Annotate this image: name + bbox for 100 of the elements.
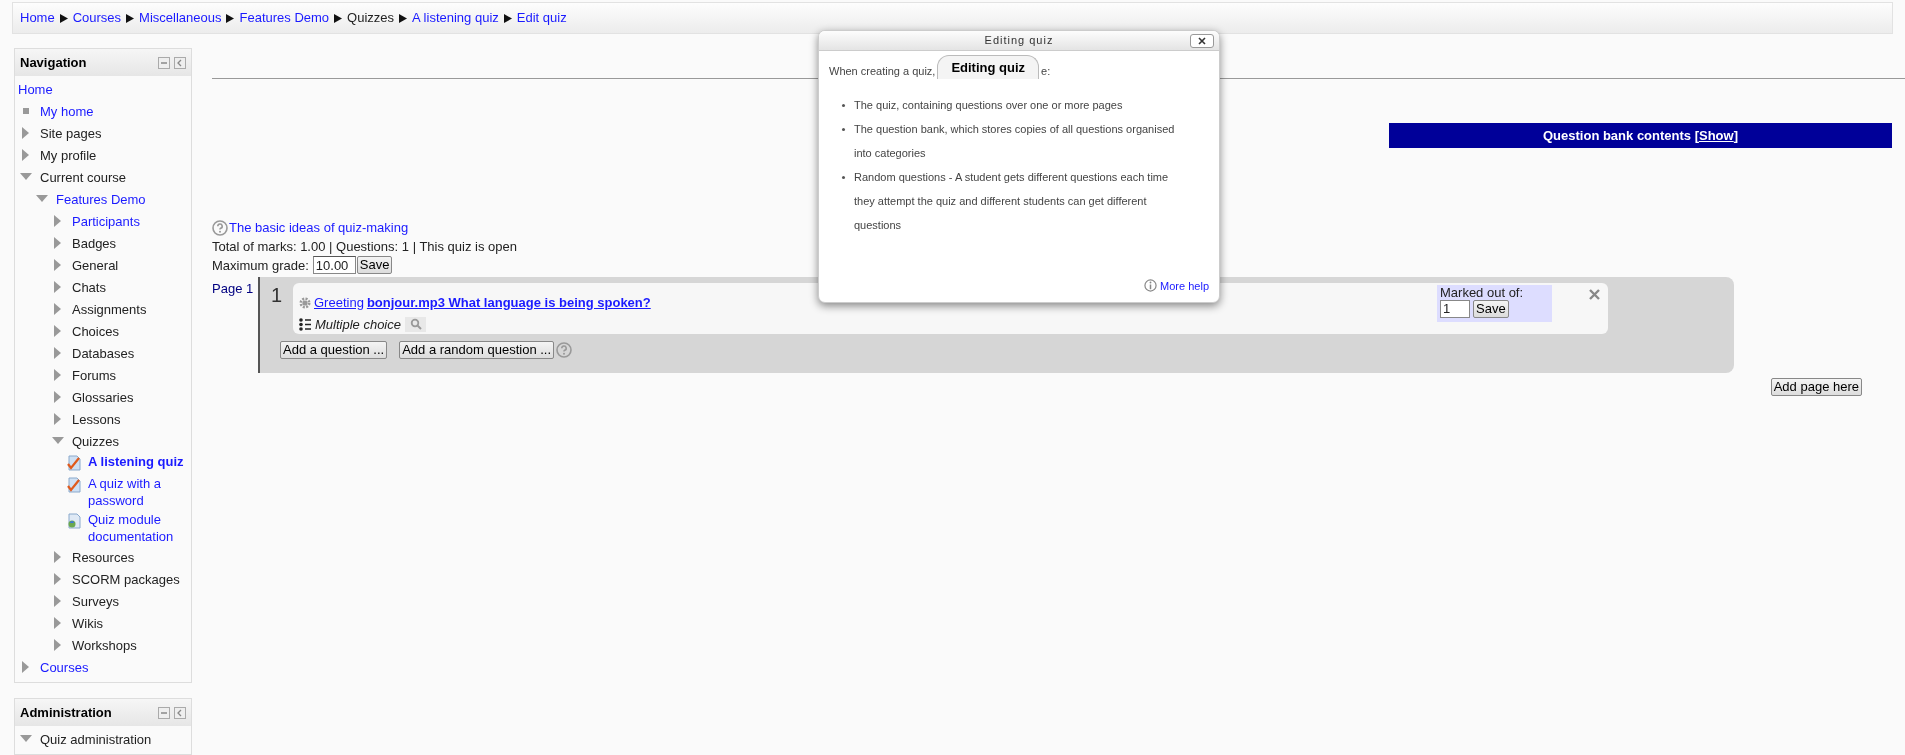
- breadcrumb-link[interactable]: Miscellaneous: [139, 8, 222, 28]
- collapsed-triangle-icon[interactable]: [54, 551, 62, 563]
- dock-icon[interactable]: [174, 56, 186, 69]
- nav-item[interactable]: My profile: [40, 145, 97, 165]
- save-button[interactable]: Save: [1473, 300, 1509, 318]
- add-question-button[interactable]: Add a question ...: [280, 341, 388, 359]
- nav-item[interactable]: Resources: [72, 547, 135, 567]
- nav-link[interactable]: My home: [40, 101, 94, 121]
- breadcrumb-link[interactable]: Edit quiz: [516, 8, 567, 28]
- breadcrumb-separator-icon: [59, 13, 68, 23]
- minimize-icon[interactable]: [158, 56, 170, 69]
- page-link[interactable]: Page 1: [212, 279, 258, 299]
- close-icon: [1198, 37, 1206, 45]
- collapsed-triangle-icon[interactable]: [54, 281, 62, 293]
- nav-item[interactable]: Lessons: [72, 409, 121, 429]
- breadcrumb-separator-icon: [503, 13, 512, 23]
- show-link[interactable]: Show: [1699, 127, 1734, 143]
- breadcrumb-separator-icon: [126, 13, 135, 23]
- collapsed-triangle-icon[interactable]: [54, 413, 62, 425]
- expanded-triangle-icon[interactable]: [20, 735, 32, 743]
- help-bullet-text: The question bank, which stores copies of all questions organised into categories: [854, 122, 1176, 161]
- nav-item[interactable]: General: [72, 255, 119, 275]
- list-icon: [299, 317, 311, 331]
- nav-item[interactable]: Site pages: [40, 123, 102, 143]
- block-title: Administration: [20, 703, 112, 722]
- save-button[interactable]: Save: [356, 256, 393, 275]
- max-grade-label: Maximum grade:: [212, 256, 309, 275]
- expanded-triangle-icon[interactable]: [36, 195, 48, 203]
- add-question-button[interactable]: Add a random question ...: [399, 341, 555, 359]
- close-button[interactable]: [1190, 34, 1214, 48]
- nav-item[interactable]: Chats: [72, 277, 106, 297]
- nav-item[interactable]: Forums: [72, 365, 117, 385]
- nav-item[interactable]: Current course: [40, 167, 126, 187]
- help-icon[interactable]: [212, 219, 228, 236]
- nav-item[interactable]: Choices: [72, 321, 119, 341]
- collapsed-triangle-icon[interactable]: [54, 369, 62, 381]
- expanded-triangle-icon[interactable]: [20, 173, 32, 181]
- tooltip-label: Editing quiz: [937, 55, 1040, 79]
- collapsed-triangle-icon[interactable]: [54, 347, 62, 359]
- nav-item[interactable]: SCORM packages: [72, 569, 180, 589]
- nav-item[interactable]: Quizzes: [72, 431, 119, 451]
- nav-item[interactable]: Badges: [72, 233, 117, 253]
- breadcrumb-link[interactable]: Courses: [72, 8, 122, 28]
- preview-icon[interactable]: [405, 316, 426, 332]
- collapsed-triangle-icon[interactable]: [22, 661, 30, 673]
- minimize-icon[interactable]: [158, 706, 170, 719]
- collapsed-triangle-icon[interactable]: [22, 149, 30, 161]
- breadcrumb-item: Quizzes: [347, 9, 395, 28]
- breadcrumb-link[interactable]: Features Demo: [239, 8, 330, 28]
- quiz-summary: Total of marks: 1.00 | Questions: 1 | This quiz is open: [212, 237, 517, 256]
- expanded-triangle-icon[interactable]: [52, 437, 64, 445]
- nav-link[interactable]: Courses: [40, 657, 89, 677]
- quiz-check-icon: [66, 477, 82, 493]
- collapsed-triangle-icon[interactable]: [54, 573, 62, 585]
- dock-icon[interactable]: [174, 706, 186, 719]
- nav-link[interactable]: Participants: [72, 211, 140, 231]
- collapsed-triangle-icon[interactable]: [54, 617, 62, 629]
- help-icon[interactable]: [556, 342, 573, 358]
- nav-link[interactable]: A quiz with a password: [88, 475, 188, 509]
- collapsed-triangle-icon[interactable]: [54, 237, 62, 249]
- breadcrumb-link[interactable]: A listening quiz: [412, 8, 499, 28]
- collapsed-triangle-icon[interactable]: [22, 127, 30, 139]
- document-globe-icon: [66, 513, 82, 529]
- dialog-intro: When creating a quiz,: [829, 64, 936, 79]
- collapsed-triangle-icon[interactable]: [54, 325, 62, 337]
- help-bullet-text: The quiz, containing questions over one or more pages: [854, 98, 1123, 113]
- nav-link[interactable]: Quiz module documentation: [88, 511, 188, 545]
- breadcrumb-separator-icon: [226, 13, 235, 23]
- collapsed-triangle-icon[interactable]: [54, 303, 62, 315]
- bullet-icon: [842, 104, 845, 107]
- help-link[interactable]: The basic ideas of quiz-making: [229, 218, 409, 238]
- nav-item[interactable]: Wikis: [72, 613, 104, 633]
- nav-item[interactable]: Glossaries: [72, 387, 134, 407]
- add-page-button[interactable]: Add page here: [1770, 378, 1862, 396]
- delete-icon[interactable]: [1589, 289, 1600, 300]
- nav-item[interactable]: Surveys: [72, 591, 119, 611]
- breadcrumb-link[interactable]: Home: [20, 8, 55, 28]
- question-number: 1: [269, 283, 284, 307]
- mark-field[interactable]: 1: [1440, 300, 1470, 318]
- help-bullet-text: Random questions - A student gets different questions each time they attempt the quiz and different students can get different questions: [854, 170, 1170, 233]
- category-link[interactable]: Greeting: [314, 293, 364, 313]
- nav-item[interactable]: Assignments: [72, 299, 147, 319]
- collapsed-triangle-icon[interactable]: [54, 595, 62, 607]
- max-grade-field[interactable]: 10.00: [312, 256, 356, 275]
- question-link[interactable]: bonjour.mp3 What language is being spoken?: [366, 293, 651, 313]
- nav-item[interactable]: Workshops: [72, 635, 137, 655]
- nav-link[interactable]: A listening quiz: [88, 453, 184, 470]
- collapsed-triangle-icon[interactable]: [54, 215, 62, 227]
- gear-icon[interactable]: [299, 296, 311, 309]
- nav-link[interactable]: Home: [18, 79, 53, 99]
- collapsed-triangle-icon[interactable]: [54, 639, 62, 651]
- collapsed-triangle-icon[interactable]: [54, 391, 62, 403]
- question-type: Multiple choice: [315, 315, 401, 334]
- more-help-link[interactable]: More help: [1160, 277, 1209, 294]
- collapsed-triangle-icon[interactable]: [54, 259, 62, 271]
- bullet-square-icon: [23, 108, 29, 114]
- nav-item[interactable]: Quiz administration: [40, 729, 152, 749]
- nav-item[interactable]: Databases: [72, 343, 135, 363]
- nav-link[interactable]: Features Demo: [56, 189, 146, 209]
- dialog-intro-end: e:: [1041, 64, 1051, 79]
